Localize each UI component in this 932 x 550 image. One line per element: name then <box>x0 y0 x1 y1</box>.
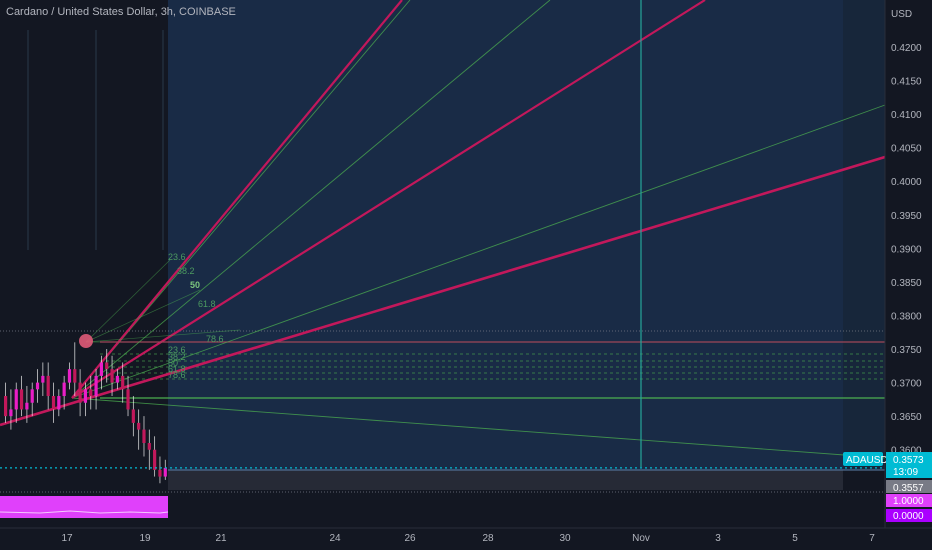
price-tick-9: 0.3750 <box>891 345 922 356</box>
price-tick-10: 0.3700 <box>891 379 922 390</box>
candle-body-7 <box>41 375 45 383</box>
chart-svg[interactable]: 23.638.25061.878.623.638.25061.878.6USD0… <box>0 0 932 550</box>
time-tick-3: 24 <box>329 533 341 544</box>
candle-body-28 <box>153 449 157 470</box>
price-tick-0: 0.4200 <box>891 43 922 54</box>
candle-body-17 <box>94 375 98 397</box>
chart-title: Cardano / United States Dollar, 3h, COIN… <box>6 6 236 18</box>
candle-body-12 <box>67 369 72 383</box>
time-tick-8: 3 <box>715 533 721 544</box>
projection-zone-edge <box>843 0 885 470</box>
candle-body-22 <box>121 375 125 390</box>
candle-body-2 <box>14 389 18 410</box>
candle-body-23 <box>126 389 130 410</box>
last-price-label: 0.3573 <box>893 455 924 466</box>
price-tick-4: 0.4000 <box>891 177 922 188</box>
candle-body-24 <box>131 409 135 423</box>
price-tick-3: 0.4050 <box>891 144 922 155</box>
candle-body-15 <box>83 389 88 403</box>
candle-body-26 <box>142 429 146 444</box>
price-axis-currency: USD <box>891 9 912 20</box>
countdown-label: 13:09 <box>893 467 918 478</box>
candle-body-30 <box>163 467 167 477</box>
time-tick-2: 21 <box>215 533 227 544</box>
price-tick-5: 0.3950 <box>891 211 922 222</box>
candle-body-25 <box>137 422 141 430</box>
lower-band <box>168 470 843 490</box>
candle-body-8 <box>46 375 50 397</box>
time-tick-10: 7 <box>869 533 875 544</box>
candle-body-18 <box>99 362 103 376</box>
candle-body-5 <box>30 389 34 403</box>
price-tick-8: 0.3800 <box>891 311 922 322</box>
price-tick-11: 0.3650 <box>891 412 922 423</box>
candle-body-13 <box>73 369 77 383</box>
candle-body-1 <box>9 409 13 417</box>
price-tick-1: 0.4150 <box>891 77 922 88</box>
candle-body-29 <box>158 469 162 477</box>
candle-body-20 <box>110 369 114 383</box>
fib-fan-label-3: 61.8 <box>198 299 216 309</box>
projection-zone <box>168 0 843 470</box>
time-tick-4: 26 <box>404 533 416 544</box>
candle-body-10 <box>57 396 61 410</box>
candle-body-21 <box>115 375 119 383</box>
time-tick-5: 28 <box>482 533 494 544</box>
peak-marker <box>79 334 93 348</box>
indicator-value-1: 0.0000 <box>893 511 924 522</box>
candle-body-16 <box>89 389 93 397</box>
time-tick-7: Nov <box>632 533 650 544</box>
price-tick-2: 0.4100 <box>891 110 922 121</box>
chart-root[interactable]: 23.6 38.2 50 61.8 78.6 23.6 38.2 50 61.8 78.6 USD 0… <box>0 0 932 550</box>
candle-body-14 <box>78 382 82 403</box>
candle-body-11 <box>62 382 66 397</box>
time-tick-1: 19 <box>139 533 151 544</box>
candle-body-0 <box>4 396 8 417</box>
fib-fan-label-2: 50 <box>190 280 200 290</box>
symbol-badge-label: ADAUSD <box>846 455 888 466</box>
indicator-value-0: 1.0000 <box>893 496 924 507</box>
price-tick-7: 0.3850 <box>891 278 922 289</box>
fib-fan-label-1: 38.2 <box>177 266 195 276</box>
price-tick-6: 0.3900 <box>891 244 922 255</box>
candle-body-3 <box>19 389 24 410</box>
candle-body-6 <box>35 382 40 390</box>
candle-body-19 <box>105 362 109 370</box>
candle-body-9 <box>51 396 56 410</box>
secondary-price-label: 0.3557 <box>893 483 924 494</box>
time-tick-6: 30 <box>559 533 571 544</box>
candle-body-27 <box>147 443 151 450</box>
fib-fan-label-0: 23.6 <box>168 252 186 262</box>
time-tick-0: 17 <box>61 533 73 544</box>
candle-body-4 <box>25 402 29 410</box>
indicator-strip <box>0 496 168 518</box>
fib-fan-label-4: 78.6 <box>206 334 224 344</box>
time-tick-9: 5 <box>792 533 798 544</box>
fib-retracement-label-4: 78.6 <box>168 370 186 380</box>
